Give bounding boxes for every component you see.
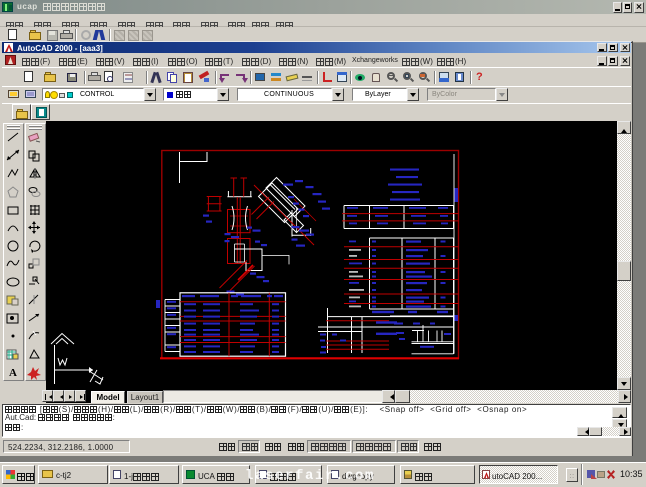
svg-text:A: A [9, 367, 17, 379]
